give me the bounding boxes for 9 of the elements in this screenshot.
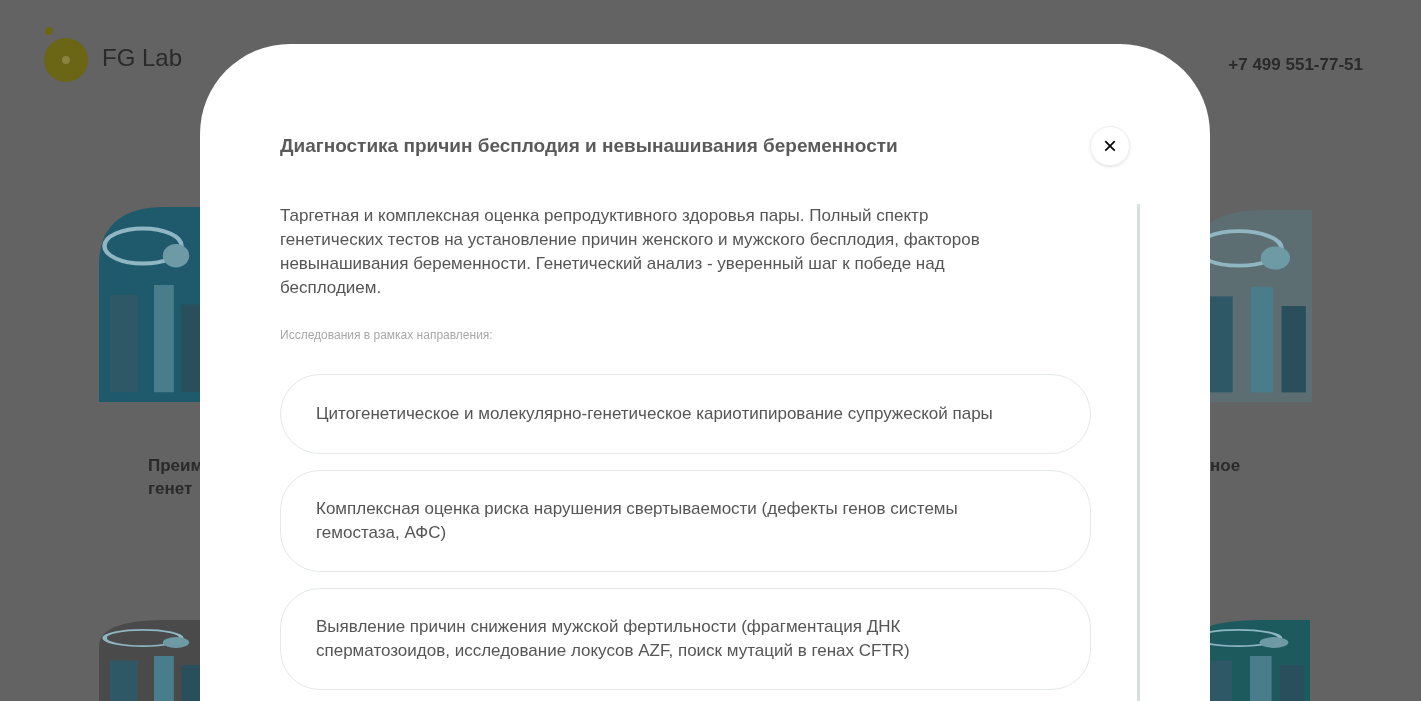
study-item[interactable]: Комплексная оценка риска нарушения свертываемости (дефекты генов системы гемостаза, АФС) <box>280 470 1091 572</box>
modal-title: Диагностика причин бесплодия и невынашивания беременности <box>280 133 898 158</box>
description-text: Таргетная и комплексная оценка репродуктивного здоровья пары. Полный спектр генетических тестов на установление причин женского и мужского бесплодия, факторов невынашивания беременности. Генетический анализ - уверенный шаг к победе над бесплодием. <box>280 205 981 299</box>
card-title: генет <box>148 478 194 500</box>
card-title: ное <box>1210 455 1241 477</box>
study-item[interactable]: Выявление причин снижения мужской фертильности (фрагментация ДНК сперматозоидов, исследование локусов AZF, поиск мутаций в генах CFTR) <box>280 588 1091 690</box>
logo-icon <box>44 26 90 82</box>
scrollbar[interactable] <box>1137 204 1140 701</box>
section-label: Исследования в рамках направления: <box>280 327 494 344</box>
